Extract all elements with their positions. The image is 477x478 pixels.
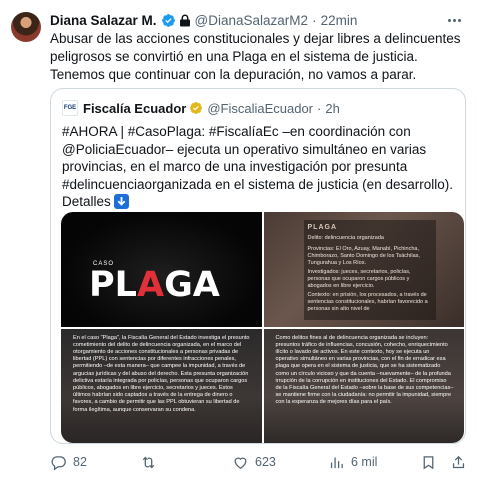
quoted-author-name: Fiscalía Ecuador xyxy=(83,100,187,116)
details-line: Provincias: El Oro, Azuay, Manabí, Pichi… xyxy=(307,246,420,266)
media-image-case-details[interactable]: PLAGA Delito: delincuencia organizada Pr… xyxy=(263,212,464,327)
retweet-button[interactable] xyxy=(140,452,163,472)
plaga-text-pl: PL xyxy=(89,265,137,305)
views-icon xyxy=(330,457,343,468)
media-image-investigation-text[interactable]: En el caso "Plaga", la Fiscalía General … xyxy=(61,328,262,443)
media-image-operation-text[interactable]: Como delitos fines al de delincuencia or… xyxy=(263,328,464,443)
reply-button[interactable]: 82 xyxy=(50,452,87,472)
tweet[interactable]: Diana Salazar M. @DianaSalazarM2 · 22min… xyxy=(0,0,477,478)
quoted-separator-dot: · xyxy=(317,100,322,116)
quoted-tweet-text: #AHORA | #CasoPlaga: #FiscalíaEc –en coo… xyxy=(62,123,458,211)
reply-count: 82 xyxy=(73,455,87,469)
quoted-tweet[interactable]: FGE Fiscalía Ecuador @FiscaliaEcuador · … xyxy=(50,88,466,444)
verified-badge-icon xyxy=(161,13,175,27)
investigation-text: En el caso "Plaga", la Fiscalía General … xyxy=(73,334,250,413)
media-image-caso-plaga[interactable]: CASO PLAGA xyxy=(61,212,262,327)
retweet-icon xyxy=(142,456,155,468)
tweet-header: Diana Salazar M. @DianaSalazarM2 · 22min xyxy=(50,11,357,29)
tweet-text: Abusar de las acciones constitucionales … xyxy=(50,31,461,82)
down-arrow-emoji-icon xyxy=(113,194,129,209)
bookmark-button[interactable] xyxy=(420,452,443,472)
views-count: 6 mil xyxy=(351,455,378,469)
media-grid: CASO PLAGA PLAGA Delito: delincuencia or… xyxy=(61,212,464,443)
reply-icon xyxy=(51,455,66,470)
like-button[interactable]: 623 xyxy=(232,452,276,472)
tweet-time[interactable]: 22min xyxy=(321,13,358,28)
details-title: PLAGA xyxy=(307,224,337,231)
avatar[interactable] xyxy=(11,12,41,42)
more-options-icon[interactable] xyxy=(445,11,463,29)
quoted-tweet-header: FGE Fiscalía Ecuador @FiscaliaEcuador · … xyxy=(62,100,340,116)
fiscalia-logo: FGE xyxy=(62,100,78,116)
plaga-logo-text: PLAGA xyxy=(89,265,220,305)
verified-gold-badge-icon xyxy=(190,102,203,114)
heart-icon xyxy=(234,457,247,469)
bookmark-icon xyxy=(423,455,434,469)
plaga-text-a: A xyxy=(136,265,165,305)
quoted-author-handle: @FiscaliaEcuador xyxy=(207,100,314,116)
plaga-text-ga: GA xyxy=(164,265,220,305)
separator-dot: · xyxy=(312,12,317,28)
lock-icon xyxy=(179,14,190,26)
like-count: 623 xyxy=(255,455,276,469)
tweet-actions: 82 623 6 mil xyxy=(50,452,470,472)
author-name[interactable]: Diana Salazar M. xyxy=(50,13,157,28)
author-handle[interactable]: @DianaSalazarM2 xyxy=(195,13,309,28)
share-icon xyxy=(452,455,465,468)
details-line: Investigados: jueces, secretarios, polic… xyxy=(307,269,411,289)
details-line: Contexto: en prisión, los procesados, a … xyxy=(307,292,428,312)
quoted-tweet-time: 2h xyxy=(325,100,340,116)
views-button[interactable]: 6 mil xyxy=(328,452,377,472)
share-button[interactable] xyxy=(450,452,473,472)
details-line: Delito: delincuencia organizada xyxy=(307,235,384,241)
operation-text: Como delitos fines al de delincuencia or… xyxy=(275,334,454,406)
